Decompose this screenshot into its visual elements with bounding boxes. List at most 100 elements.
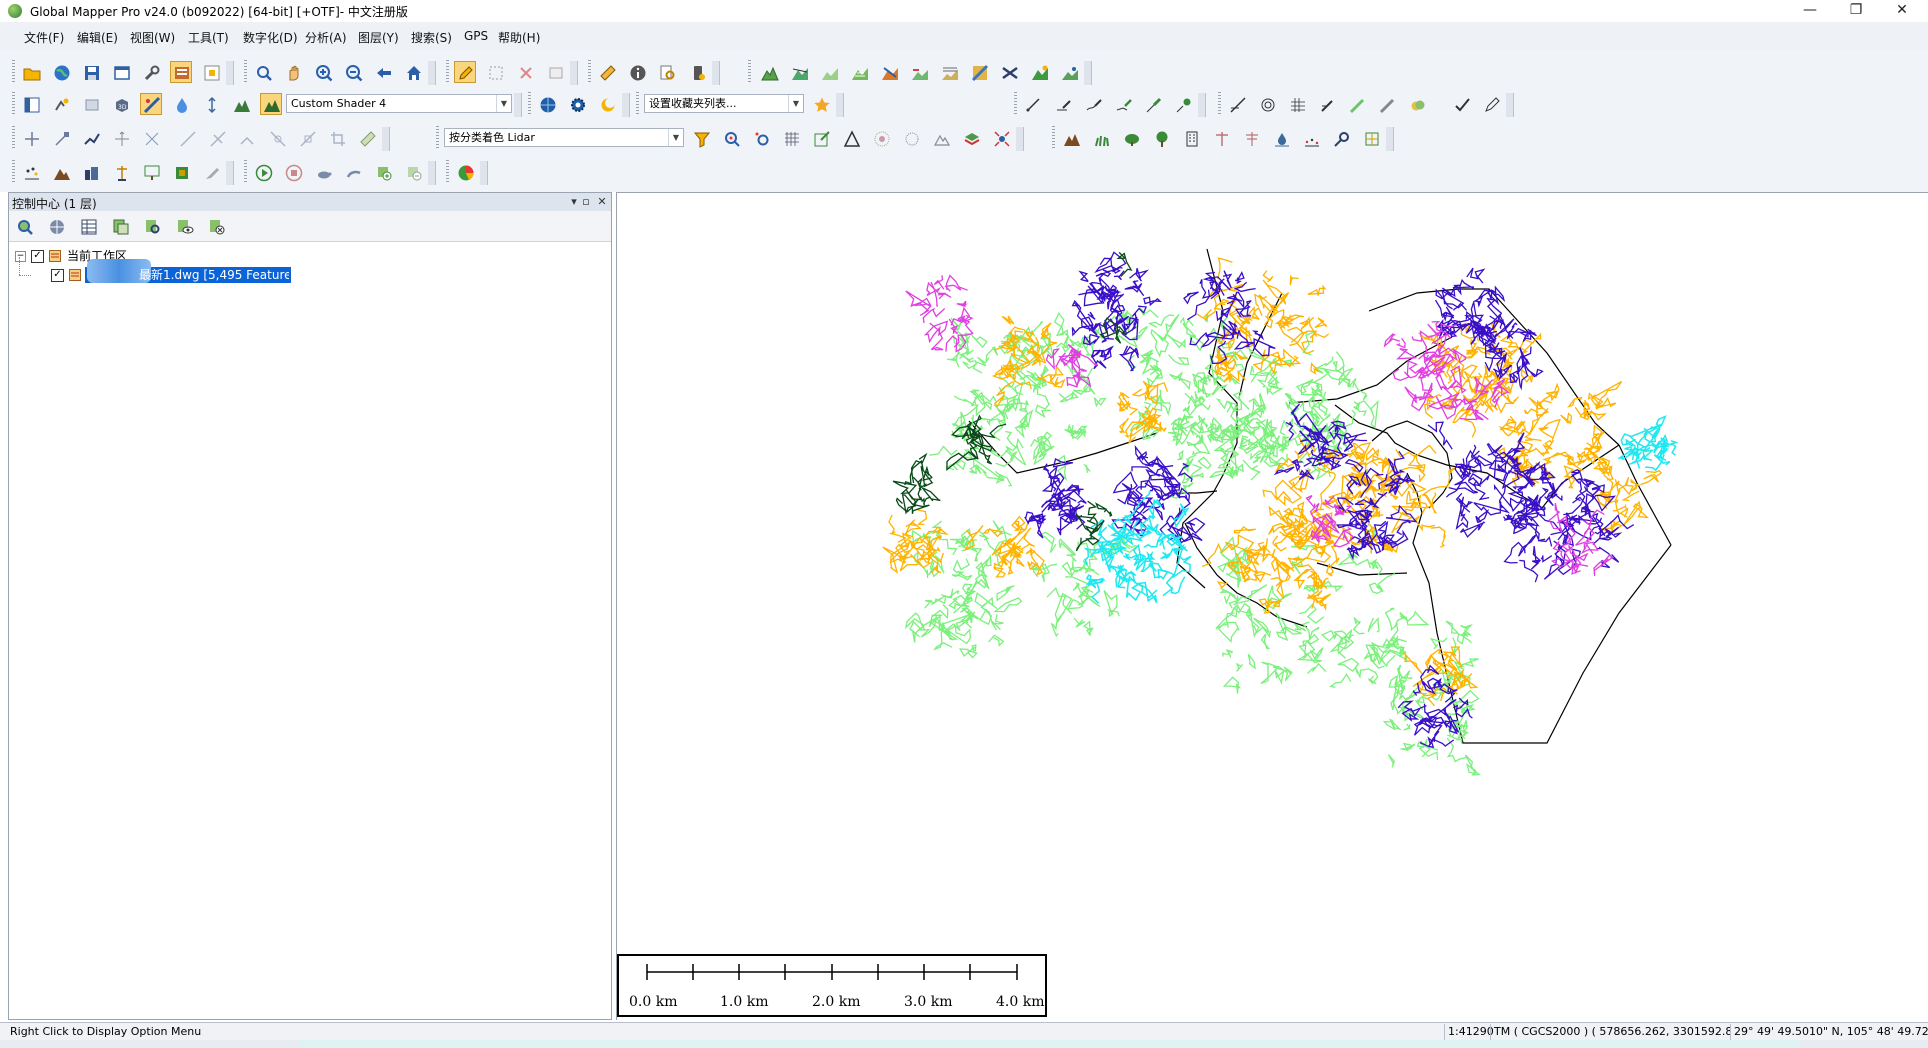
- favorites-dropdown[interactable]: 设置收藏夹列表... ▼: [644, 94, 804, 113]
- back-arrow-icon[interactable]: [372, 61, 394, 83]
- draw-green-line-icon[interactable]: [1346, 93, 1368, 115]
- window-icon[interactable]: [110, 61, 132, 83]
- overview-map-icon[interactable]: [200, 61, 222, 83]
- draw-line-icon[interactable]: [1226, 93, 1248, 115]
- toolbar-grip[interactable]: [1014, 92, 1017, 116]
- toolbar-grip[interactable]: [1218, 92, 1221, 116]
- city-icon[interactable]: [80, 161, 102, 183]
- line-tool-1-icon[interactable]: [176, 127, 198, 149]
- hill-shade-icon[interactable]: [50, 93, 72, 115]
- line-tool-5-icon[interactable]: [296, 127, 318, 149]
- layout-view-icon[interactable]: [20, 93, 42, 115]
- menu-layer[interactable]: 图层(Y): [358, 29, 399, 46]
- layer-options-icon[interactable]: [109, 215, 131, 237]
- panel-pin-icon[interactable]: ▫: [579, 194, 593, 210]
- menu-edit[interactable]: 编辑(E): [77, 29, 118, 46]
- toolbar-grip[interactable]: [748, 60, 751, 84]
- lidar-filter-icon[interactable]: [690, 127, 712, 149]
- contour-icon[interactable]: [848, 61, 870, 83]
- 3d-person-icon[interactable]: [1058, 61, 1080, 83]
- remove-track-icon[interactable]: [402, 161, 424, 183]
- measure-ruler-icon[interactable]: [596, 61, 618, 83]
- ruler-gray-icon[interactable]: [356, 127, 378, 149]
- menu-gps[interactable]: GPS: [464, 29, 488, 43]
- digitize-green-icon[interactable]: [1142, 93, 1164, 115]
- bush-icon[interactable]: [1120, 127, 1142, 149]
- lidar-grid-icon[interactable]: [780, 127, 802, 149]
- points-cloud-icon[interactable]: [870, 127, 892, 149]
- layer-row[interactable]: ✓ 最新1.dwg [5,495 Features]: [15, 257, 335, 283]
- terrain-mesh-icon[interactable]: [930, 127, 952, 149]
- water-drop-icon[interactable]: [1270, 127, 1292, 149]
- toolbar-grip[interactable]: [244, 60, 247, 84]
- lidar-search-icon[interactable]: [720, 127, 742, 149]
- brush-icon[interactable]: [200, 161, 222, 183]
- vertical-exaggeration-icon[interactable]: [200, 93, 222, 115]
- vertex-path-icon[interactable]: [80, 127, 102, 149]
- lidar-query-icon[interactable]: [750, 127, 772, 149]
- map-view[interactable]: [616, 192, 1928, 1020]
- home-icon[interactable]: [402, 61, 424, 83]
- control-center-icon[interactable]: [170, 61, 192, 83]
- toolbar-grip[interactable]: [12, 126, 15, 150]
- show-hide-icon[interactable]: [173, 215, 195, 237]
- water-level-icon[interactable]: [170, 93, 192, 115]
- find-layer-icon[interactable]: [141, 215, 163, 237]
- digitize-area-icon[interactable]: [1112, 93, 1134, 115]
- slow-turtle-icon[interactable]: [312, 161, 334, 183]
- stop-icon[interactable]: [282, 161, 304, 183]
- shader-icon[interactable]: [260, 93, 282, 115]
- draw-grid-icon[interactable]: [1286, 93, 1308, 115]
- layer-projection-icon[interactable]: [45, 215, 67, 237]
- move-feature-icon[interactable]: [110, 127, 132, 149]
- workspace-row[interactable]: − ✓ 当前工作区: [15, 248, 315, 264]
- menu-help[interactable]: 帮助(H): [498, 29, 540, 46]
- grass-icon[interactable]: [1090, 127, 1112, 149]
- vertex-edit-icon[interactable]: [50, 127, 72, 149]
- workspace-checkbox[interactable]: ✓: [31, 250, 44, 263]
- pylon-icon[interactable]: [110, 161, 132, 183]
- menu-analysis[interactable]: 分析(A): [305, 29, 347, 46]
- tower-icon[interactable]: [1240, 127, 1262, 149]
- lidar-edit-icon[interactable]: [810, 127, 832, 149]
- power-pole-icon[interactable]: [1210, 127, 1232, 149]
- menu-view[interactable]: 视图(W): [130, 29, 175, 46]
- attribute-table-icon[interactable]: [77, 215, 99, 237]
- delete-feature-icon[interactable]: [514, 61, 536, 83]
- toolbar-grip[interactable]: [436, 126, 439, 150]
- elevation-icon[interactable]: [230, 93, 252, 115]
- terrain-brown-icon[interactable]: [1060, 127, 1082, 149]
- play-icon[interactable]: [252, 161, 274, 183]
- fast-rabbit-icon[interactable]: [342, 161, 364, 183]
- menu-search[interactable]: 搜索(S): [411, 29, 452, 46]
- save-icon[interactable]: [80, 61, 102, 83]
- menu-tools[interactable]: 工具(T): [188, 29, 229, 46]
- digitize-line-icon[interactable]: [1022, 93, 1044, 115]
- watershed-icon[interactable]: [878, 61, 900, 83]
- building-icon[interactable]: [1180, 127, 1202, 149]
- select-rect-icon[interactable]: [484, 61, 506, 83]
- shader-dropdown[interactable]: Custom Shader 4 ▼: [286, 94, 512, 113]
- layers-stack-icon[interactable]: [960, 127, 982, 149]
- shader-toggle-icon[interactable]: [140, 93, 162, 115]
- point-cloud-icon[interactable]: [20, 161, 42, 183]
- toolbar-grip[interactable]: [1052, 126, 1055, 150]
- minimize-button[interactable]: —: [1787, 0, 1833, 22]
- gps-device-icon[interactable]: [686, 61, 708, 83]
- digitize-pen-icon[interactable]: [1172, 93, 1194, 115]
- split-icon[interactable]: [140, 127, 162, 149]
- settings-gear-icon[interactable]: [566, 93, 588, 115]
- 3d-view-icon[interactable]: [80, 93, 102, 115]
- close-layer-icon[interactable]: [205, 215, 227, 237]
- add-track-icon[interactable]: [372, 161, 394, 183]
- digitize-curve-icon[interactable]: [1082, 93, 1104, 115]
- crop-icon[interactable]: [326, 127, 348, 149]
- pan-hand-icon[interactable]: [282, 61, 304, 83]
- cut-fill-icon[interactable]: [908, 61, 930, 83]
- layer-checkbox[interactable]: ✓: [51, 269, 64, 282]
- cloud-icon[interactable]: [1406, 93, 1428, 115]
- points-select-icon[interactable]: [900, 127, 922, 149]
- menu-file[interactable]: 文件(F): [24, 29, 64, 46]
- search-feature-icon[interactable]: [656, 61, 678, 83]
- route-icon[interactable]: [998, 61, 1020, 83]
